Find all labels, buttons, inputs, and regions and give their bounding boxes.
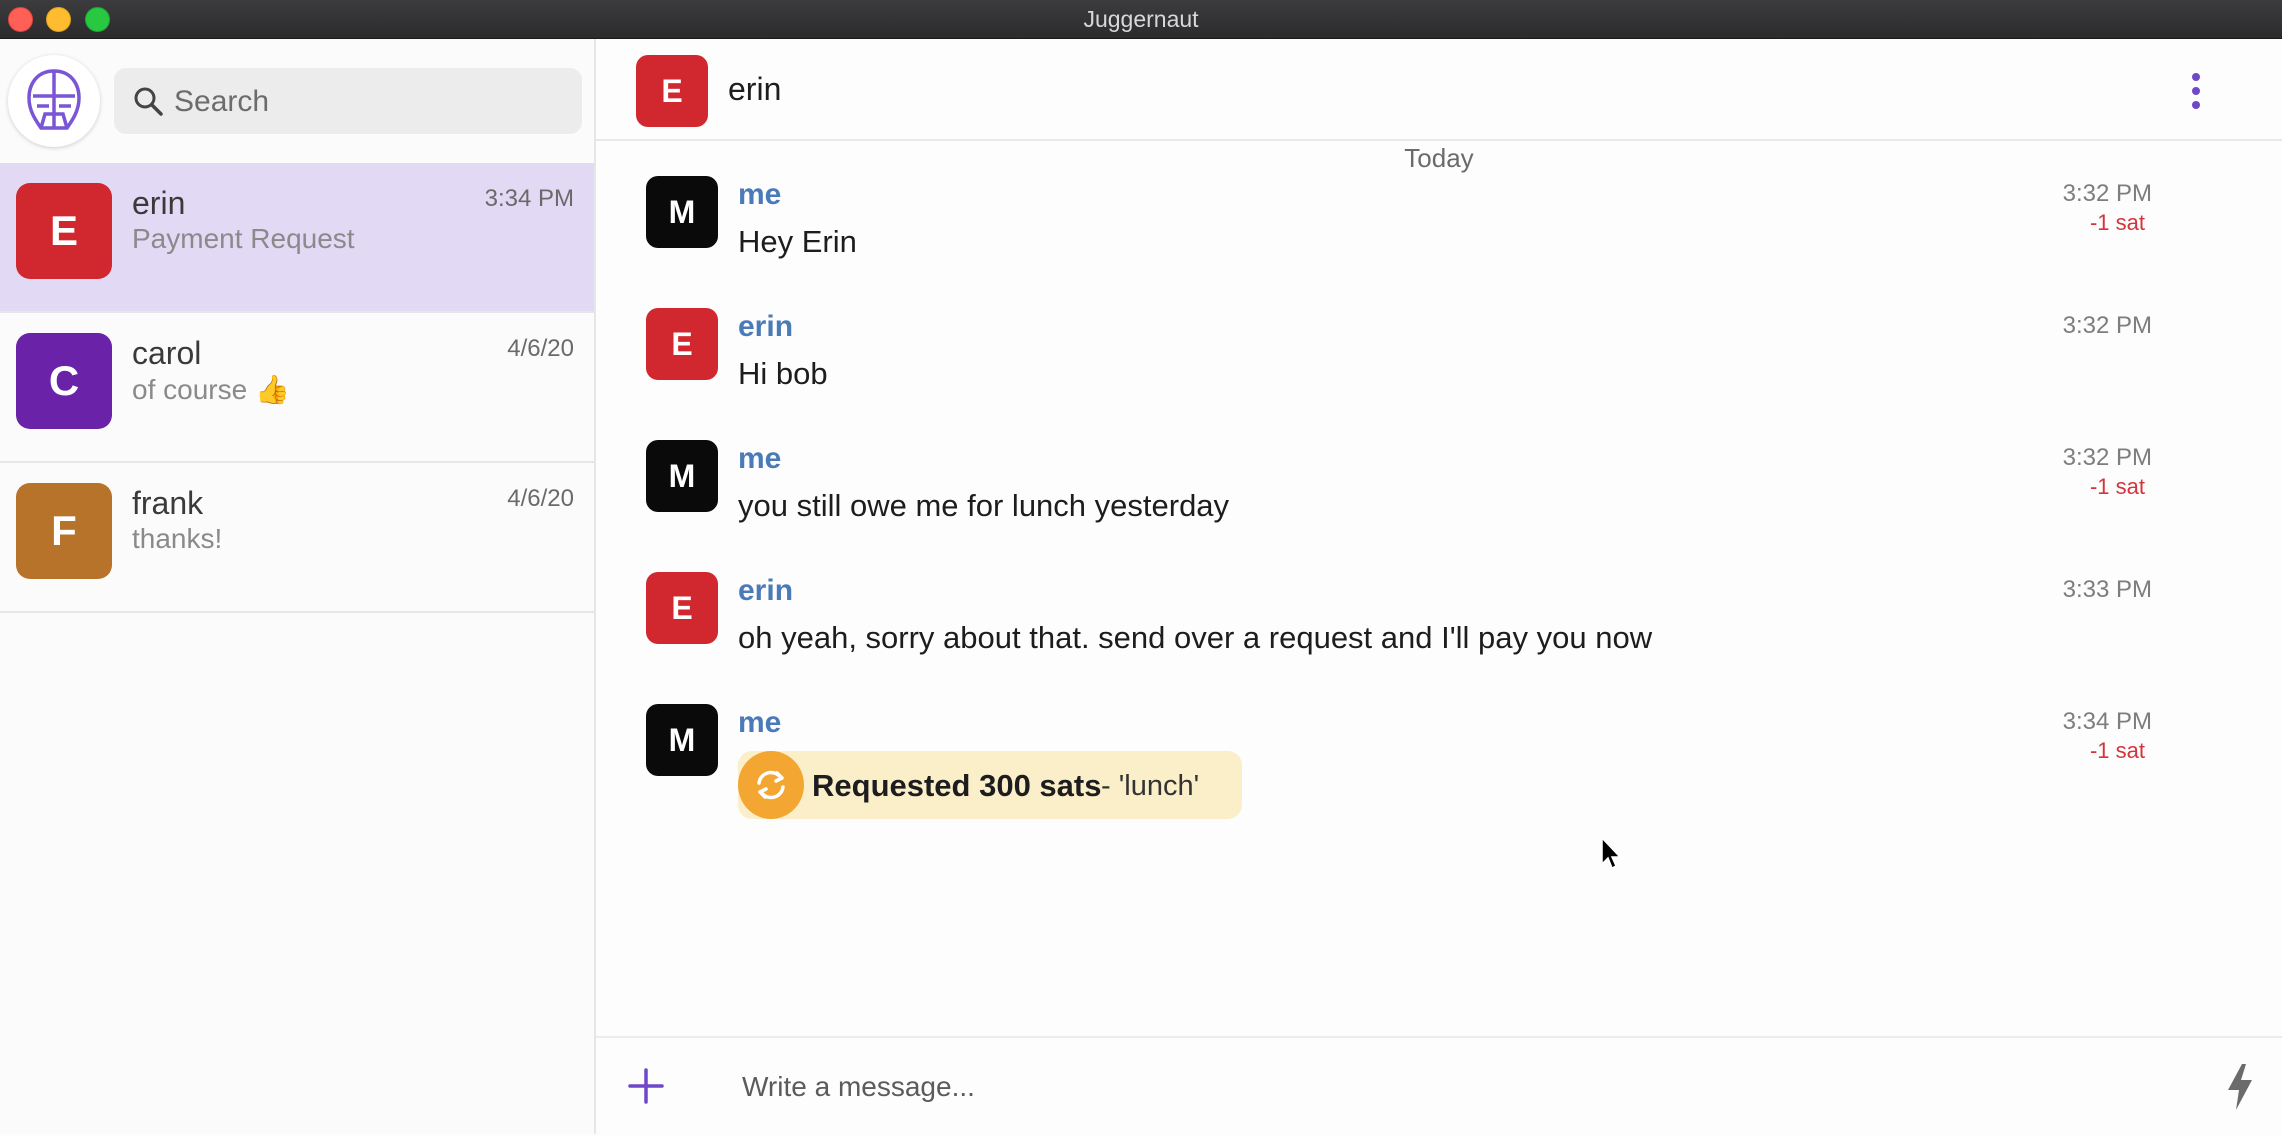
chat-contact-name[interactable]: erin (728, 71, 781, 108)
conversation-time: 4/6/20 (507, 335, 574, 362)
sidebar: E erin Payment Request 3:34 PM C carol o… (0, 39, 596, 1134)
window-titlebar: Juggernaut (0, 0, 2282, 39)
conversation-item-carol[interactable]: C carol of course 👍 4/6/20 (0, 313, 594, 463)
message: M me 3:34 PM -1 sat (596, 698, 2282, 776)
message-text: you still owe me for lunch yesterday (738, 488, 1230, 523)
avatar: M (646, 176, 718, 248)
message-composer (596, 1036, 2282, 1136)
conversation-name: carol (132, 335, 202, 371)
message-time: 3:32 PM (2062, 312, 2152, 339)
avatar[interactable]: E (636, 55, 708, 127)
conversation-preview: of course 👍 (132, 374, 290, 405)
conversation-time: 4/6/20 (507, 485, 574, 512)
conversation-item-erin[interactable]: E erin Payment Request 3:34 PM (0, 163, 594, 313)
message: M me Hey Erin 3:32 PM -1 sat (596, 170, 2282, 280)
payment-request-label: Requested 300 sats (812, 768, 1102, 803)
avatar: E (646, 308, 718, 380)
message-cost: -1 sat (2089, 738, 2145, 763)
avatar: C (16, 333, 112, 429)
avatar: E (646, 572, 718, 644)
message: M me you still owe me for lunch yesterda… (596, 434, 2282, 544)
message-time: 3:34 PM (2062, 708, 2152, 735)
more-options-icon[interactable] (2186, 71, 2206, 111)
conversation-preview: thanks! (132, 523, 223, 554)
message-time: 3:32 PM (2062, 444, 2152, 471)
message-sender: erin (738, 574, 794, 607)
message-cost: -1 sat (2089, 210, 2145, 235)
message-sender: me (738, 706, 782, 739)
refresh-icon (738, 751, 804, 819)
message-text: oh yeah, sorry about that. send over a r… (738, 620, 1653, 655)
message-text: Hi bob (738, 356, 828, 391)
avatar: M (646, 440, 718, 512)
message-sender: me (738, 442, 782, 475)
message-text: Hey Erin (738, 224, 857, 259)
conversation-preview: Payment Request (132, 223, 355, 254)
window-title: Juggernaut (1083, 6, 1199, 32)
add-attachment-icon[interactable] (626, 1066, 666, 1106)
payment-request-memo: - 'lunch' (1101, 770, 1200, 802)
payment-request-card[interactable]: Requested 300 sats - 'lunch' (738, 751, 1242, 819)
message-cost: -1 sat (2089, 474, 2145, 499)
message: E erin Hi bob 3:32 PM (596, 302, 2282, 412)
mouse-cursor-icon (1601, 836, 1622, 870)
juggernaut-logo-icon[interactable] (8, 55, 100, 147)
avatar: F (16, 483, 112, 579)
lightning-icon[interactable] (2226, 1064, 2254, 1110)
message-sender: erin (738, 310, 794, 343)
conversation-name: erin (132, 185, 186, 221)
message-input[interactable] (740, 1058, 2044, 1116)
avatar: E (16, 183, 112, 279)
message-time: 3:33 PM (2062, 576, 2152, 603)
search-input[interactable] (172, 68, 576, 136)
message-time: 3:32 PM (2062, 180, 2152, 207)
message-sender: me (738, 178, 782, 211)
search-icon (134, 87, 163, 116)
avatar: M (646, 704, 718, 776)
conversation-item-frank[interactable]: F frank thanks! 4/6/20 (0, 463, 594, 613)
search-box[interactable] (114, 68, 582, 136)
conversation-time: 3:34 PM (484, 185, 574, 212)
conversation-name: frank (132, 485, 204, 521)
message: E erin oh yeah, sorry about that. send o… (596, 566, 2282, 676)
chat-header: E erin (596, 39, 2282, 141)
